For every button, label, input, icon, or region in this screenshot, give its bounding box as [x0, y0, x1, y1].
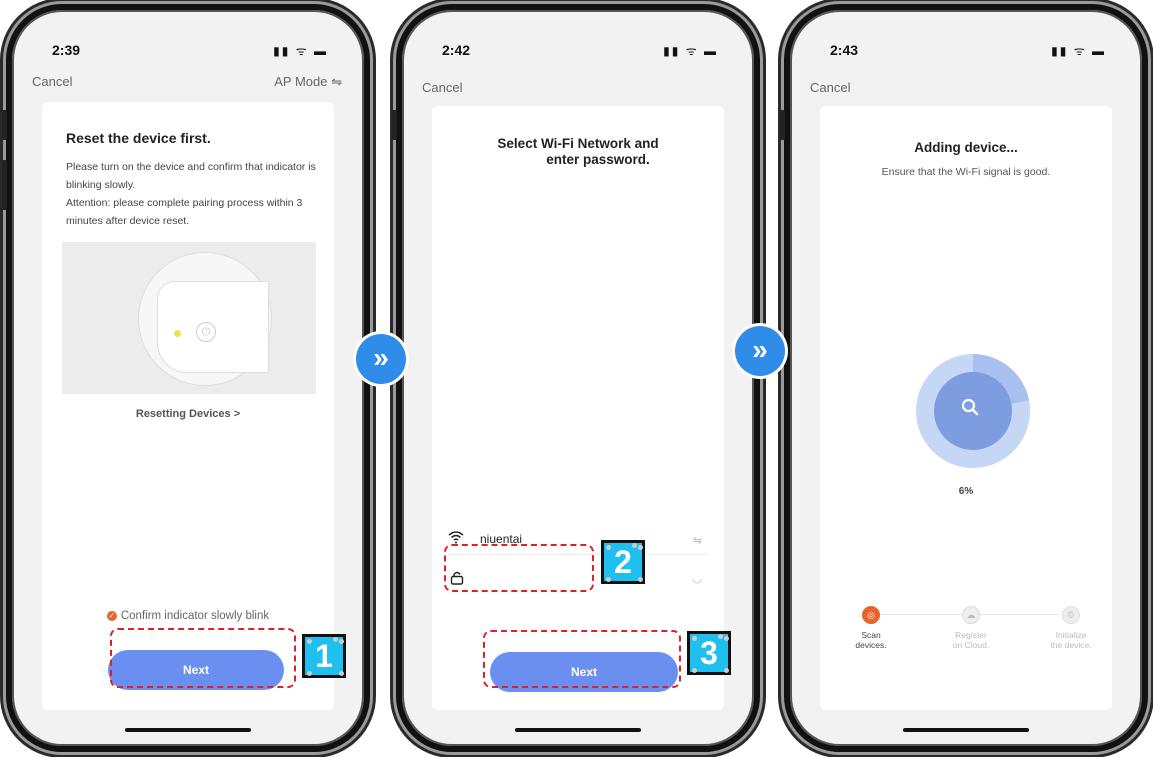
next-step-arrow-icon: »	[735, 326, 785, 376]
highlight-next-button-2	[483, 630, 681, 688]
status-icons: ▮▮ ᯤ ▬	[1051, 44, 1106, 58]
home-indicator	[903, 728, 1029, 732]
page-title: Adding device...	[914, 140, 1018, 155]
eye-closed-icon[interactable]: ◡	[692, 572, 702, 585]
step-label-line: Initialize	[1055, 630, 1087, 640]
status-time: 2:39	[52, 42, 81, 58]
attention-text: Attention: please complete pairing proce…	[66, 197, 303, 227]
step-initialize: © Initialize the device.	[1036, 606, 1106, 650]
status-bar: 2:39 ▮▮ ᯤ ▬	[12, 36, 364, 58]
step-label: Initialize the device.	[1036, 630, 1106, 650]
device-circle: ⏻	[138, 252, 272, 386]
title-line-2: enter password.	[546, 152, 650, 167]
step-label-line: the device.	[1050, 640, 1092, 650]
status-bar: 2:43 ▮▮ ᯤ ▬	[790, 36, 1142, 58]
status-icons: ▮▮ ᯤ ▬	[273, 44, 328, 58]
phone-side-button	[2, 110, 7, 140]
phone-side-button	[2, 160, 7, 210]
status-time: 2:43	[830, 42, 859, 58]
search-icon	[961, 398, 979, 416]
content-card: Select Wi-Fi Network and enter password.…	[432, 106, 724, 710]
resetting-devices-link[interactable]: Resetting Devices >	[42, 408, 334, 420]
progress-steps: ◎ Scan devices. ☁ Register on Cloud. © Ini…	[844, 606, 1092, 666]
phone-side-button	[392, 110, 397, 140]
initialize-step-icon: ©	[1062, 606, 1080, 624]
device-illustration: ⏻	[62, 242, 316, 394]
content-card: Adding device... Ensure that the Wi-Fi s…	[820, 106, 1112, 710]
instruction-text: Please turn on the device and confirm th…	[66, 161, 316, 191]
confirm-label: Confirm indicator slowly blink	[120, 610, 270, 622]
status-time: 2:42	[442, 42, 471, 58]
title-line-1: Select Wi-Fi Network and	[497, 136, 659, 151]
cancel-button[interactable]: Cancel	[810, 80, 850, 95]
scan-progress-ring	[916, 354, 1030, 468]
highlight-next-button-1	[110, 628, 296, 688]
cancel-button[interactable]: Cancel	[32, 74, 72, 89]
step-label-line: on Cloud.	[952, 640, 990, 650]
phone-side-button	[780, 110, 785, 140]
switch-network-icon[interactable]: ⇋	[693, 534, 702, 547]
step-label: Scan devices.	[836, 630, 906, 650]
step-label-line: Register	[955, 630, 987, 640]
confirm-checkbox[interactable]: ✓ Confirm indicator slowly blink	[42, 610, 334, 622]
page-title: Select Wi-Fi Network and enter password.	[462, 136, 694, 168]
cloud-step-icon: ☁	[962, 606, 980, 624]
step-label: Register on Cloud.	[936, 630, 1006, 650]
status-icons: ▮▮ ᯤ ▬	[663, 44, 718, 58]
phone-screen-adding: 2:43 ▮▮ ᯤ ▬ Cancel Adding device... Ensu…	[784, 4, 1148, 752]
device-body: ⏻	[157, 281, 269, 373]
content-card: Reset the device first. Please turn on t…	[42, 102, 334, 710]
next-step-arrow-icon: »	[356, 334, 406, 384]
callout-badge-2: 2	[601, 540, 645, 584]
highlight-password-field	[444, 544, 594, 592]
ring-center	[934, 372, 1012, 450]
cancel-button[interactable]: Cancel	[422, 80, 462, 95]
callout-badge-3: 3	[687, 631, 731, 675]
step-label-line: devices.	[855, 640, 887, 650]
check-icon: ✓	[106, 610, 117, 621]
home-indicator	[125, 728, 251, 732]
progress-percent: 6%	[958, 486, 974, 497]
step-scan: ◎ Scan devices.	[836, 606, 906, 650]
status-bar: 2:42 ▮▮ ᯤ ▬	[402, 36, 754, 58]
indicator-light-icon	[174, 330, 181, 337]
scan-step-icon: ◎	[862, 606, 880, 624]
home-indicator	[515, 728, 641, 732]
page-subtitle: Ensure that the Wi-Fi signal is good.	[881, 166, 1051, 178]
step-label-line: Scan	[861, 630, 881, 640]
ap-mode-button[interactable]: AP Mode ⇋	[274, 74, 342, 90]
instructions: Please turn on the device and confirm th…	[66, 158, 336, 230]
step-register: ☁ Register on Cloud.	[936, 606, 1006, 650]
page-title: Reset the device first.	[66, 130, 211, 146]
callout-badge-1: 1	[302, 634, 346, 678]
power-icon: ⏻	[196, 322, 216, 342]
